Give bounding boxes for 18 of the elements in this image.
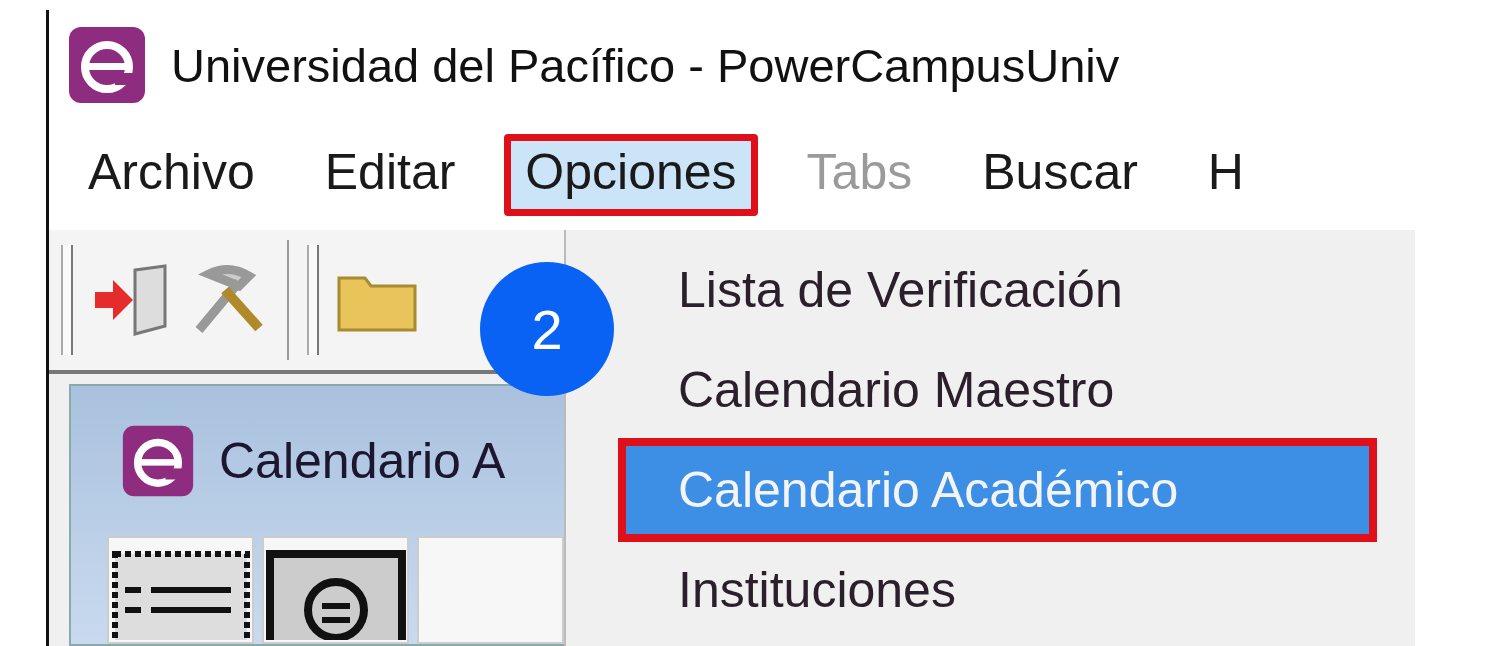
toolbar-grip[interactable] xyxy=(61,245,73,355)
child-window-title: Calendario A xyxy=(219,432,506,490)
dropdown-item[interactable]: Instituciones xyxy=(620,540,1415,640)
menu-item[interactable]: Archivo xyxy=(67,134,276,216)
menu-item[interactable]: Opciones xyxy=(504,134,758,216)
document-button[interactable] xyxy=(262,536,409,644)
list-icon xyxy=(110,550,251,640)
list-view-button[interactable] xyxy=(107,536,254,644)
toolbar-grip[interactable] xyxy=(307,245,319,355)
document-icon xyxy=(265,550,406,640)
dropdown-item[interactable]: Calendario Maestro xyxy=(620,340,1415,440)
dropdown-item[interactable]: Lista de Verificación xyxy=(620,240,1415,340)
app-logo-icon xyxy=(67,25,147,105)
menu-item[interactable]: Buscar xyxy=(961,134,1159,216)
menu-item[interactable]: H xyxy=(1186,134,1265,216)
window-title: Universidad del Pacífico - PowerCampusUniv xyxy=(171,37,1120,93)
menu-item[interactable]: Editar xyxy=(303,134,477,216)
app-logo-icon xyxy=(121,424,195,498)
